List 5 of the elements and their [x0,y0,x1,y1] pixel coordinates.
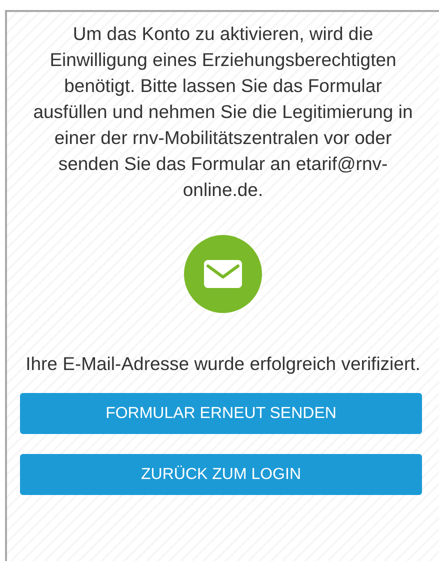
action-button[interactable]: FORMULAR ERNEUT SENDEN [20,393,422,434]
status-text: Ihre E-Mail-Adresse wurde erfolgreich verifiziert. [24,352,422,376]
info-text: Um das Konto zu aktivieren, wird die Einwilligung eines Erziehungsberechtigten benötigt. Bitte lassen Sie das Formular ausfüllen und nehmen Sie die Legitimierung in einer der rnv-Mobilitätszentralen vor oder senden Sie das Formular an etarif@rnv-online.de. [32,22,414,202]
envelope-icon [184,235,262,313]
action-button[interactable]: ZURÜCK ZUM LOGIN [20,454,422,495]
